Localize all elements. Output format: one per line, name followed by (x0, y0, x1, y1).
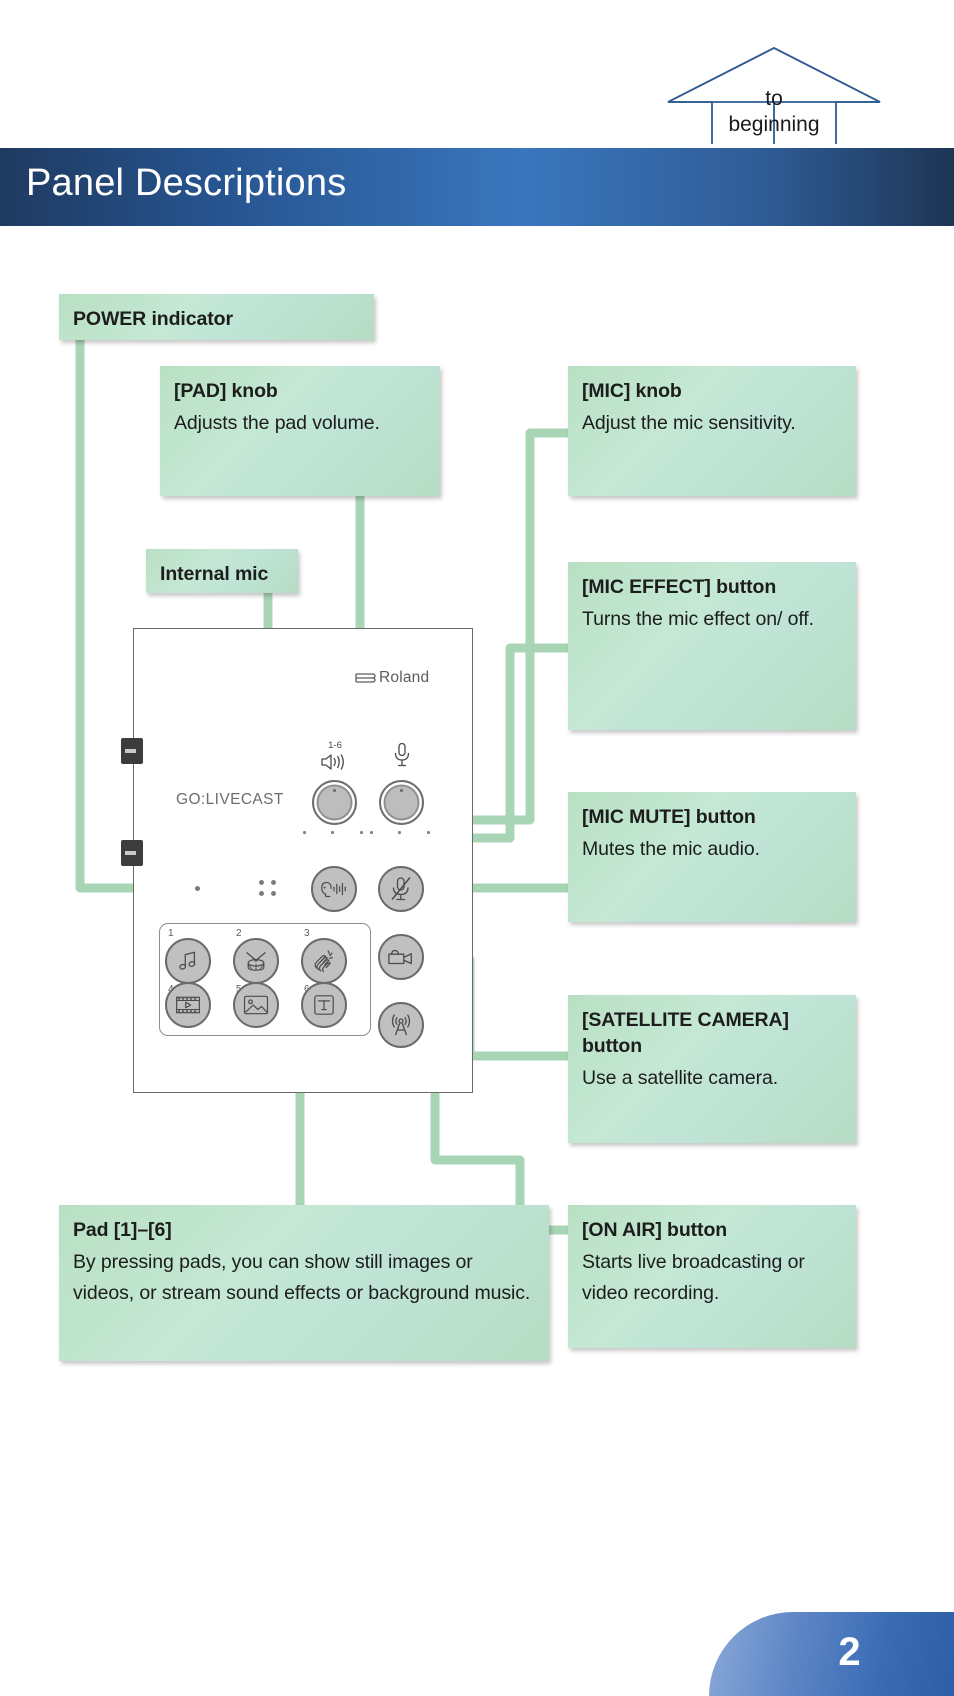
callout-mic-mute: [MIC MUTE] button Mutes the mic audio. (568, 792, 856, 922)
pad-number: 3 (304, 928, 310, 939)
pad-1-button[interactable] (165, 938, 211, 984)
page-number: 2 (838, 1629, 861, 1674)
callout-desc: Adjusts the pad volume. (174, 412, 380, 434)
callout-desc: Mutes the mic audio. (582, 838, 760, 860)
mic-effect-button[interactable] (311, 866, 357, 912)
mic-effect-icon (321, 881, 346, 898)
pad-5-button[interactable] (233, 982, 279, 1028)
knob-indicator-dot (333, 789, 336, 792)
callout-desc: Adjust the mic sensitivity. (582, 412, 796, 434)
mic-knob-ticks (370, 831, 432, 837)
callout-desc: Use a satellite camera. (582, 1067, 779, 1089)
callout-title: [ON AIR] button (582, 1219, 728, 1241)
callout-desc: Turns the mic effect on/ off. (582, 608, 814, 630)
callout-desc: By pressing pads, you can show still ima… (73, 1251, 531, 1304)
callout-title: Internal mic (160, 563, 269, 585)
pad-volume-knob[interactable] (312, 780, 357, 825)
callout-title: POWER indicator (73, 308, 233, 330)
mic-mute-button[interactable] (378, 866, 424, 912)
microphone-icon (394, 742, 410, 767)
callout-title: [SATELLITE CAMERA] button (582, 1009, 789, 1057)
satellite-camera-button[interactable] (378, 934, 424, 980)
roland-mark-icon (355, 672, 376, 683)
pad-knob-label: 1-6 (312, 740, 358, 772)
power-indicator-led (195, 886, 200, 891)
callout-on-air: [ON AIR] button Starts live broadcasting… (568, 1205, 856, 1348)
callout-desc: Starts live broadcasting or video record… (582, 1251, 805, 1304)
device-port-bottom (121, 840, 143, 866)
go-livecast-device-illustration: Roland GO:LIVECAST 1-6 1 2 3 (121, 628, 473, 1093)
callout-title: [PAD] knob (174, 380, 278, 402)
film-strip-icon (176, 996, 200, 1014)
pad-6-button[interactable] (301, 982, 347, 1028)
callout-satellite-camera: [SATELLITE CAMERA] button Use a satellit… (568, 995, 856, 1143)
pad-knob-ticks (303, 831, 365, 837)
mic-mute-icon (391, 877, 411, 901)
pad-4-button[interactable] (165, 982, 211, 1028)
callout-pads: Pad [1]–[6] By pressing pads, you can sh… (59, 1205, 549, 1361)
callout-mic-knob: [MIC] knob Adjust the mic sensitivity. (568, 366, 856, 496)
clap-hands-icon (314, 950, 333, 973)
music-note-icon (179, 951, 196, 970)
pad-group: 1 2 3 4 5 6 (159, 923, 371, 1036)
picture-icon (243, 995, 269, 1015)
roland-wordmark: Roland (379, 669, 430, 686)
mic-sensitivity-knob[interactable] (379, 780, 424, 825)
callout-title: [MIC EFFECT] button (582, 576, 777, 598)
text-title-icon (314, 995, 334, 1015)
pad-knob-range: 1-6 (328, 740, 342, 751)
pad-3-button[interactable] (301, 938, 347, 984)
device-port-top (121, 738, 143, 764)
drum-icon (246, 952, 266, 971)
on-air-button[interactable] (378, 1002, 424, 1048)
pad-number: 1 (168, 928, 174, 939)
callout-power-indicator: POWER indicator (59, 294, 374, 340)
callout-mic-effect: [MIC EFFECT] button Turns the mic effect… (568, 562, 856, 730)
device-model-name: GO:LIVECAST (176, 791, 284, 808)
callout-title: [MIC MUTE] button (582, 806, 756, 828)
callout-title: Pad [1]–[6] (73, 1219, 172, 1241)
mic-knob-label (379, 740, 425, 768)
callout-pad-knob: [PAD] knob Adjusts the pad volume. (160, 366, 440, 496)
speaker-icon (321, 754, 344, 770)
pad-number: 2 (236, 928, 242, 939)
knob-indicator-dot (400, 789, 403, 792)
roland-logo: Roland (355, 669, 429, 687)
satellite-camera-icon (388, 949, 412, 965)
pad-2-button[interactable] (233, 938, 279, 984)
on-air-broadcast-icon (391, 1014, 411, 1036)
callout-internal-mic: Internal mic (146, 549, 298, 593)
callout-title: [MIC] knob (582, 380, 682, 402)
internal-mic-holes (259, 880, 281, 896)
